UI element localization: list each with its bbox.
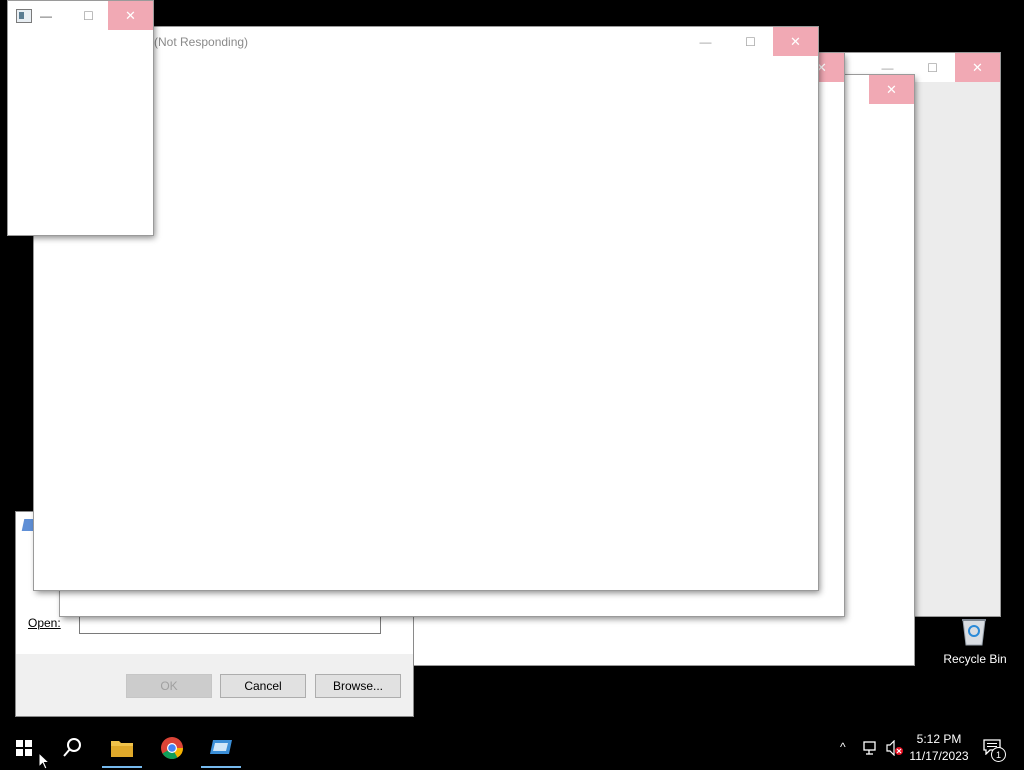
ok-button[interactable]: OK [126, 674, 212, 698]
search-icon [63, 738, 81, 757]
taskbar-chrome[interactable] [148, 728, 196, 768]
taskbar-remote-desktop[interactable] [197, 728, 245, 768]
minimize-button[interactable]: — [683, 27, 728, 56]
chrome-icon [161, 737, 183, 759]
chevron-up-icon[interactable]: ^ [840, 740, 846, 754]
close-button[interactable]: ✕ [955, 53, 1000, 82]
notification-count: 1 [991, 747, 1006, 762]
windows-logo-icon [16, 740, 32, 756]
close-button[interactable]: ✕ [773, 27, 818, 56]
window-small[interactable]: — ☐ ✕ [8, 1, 153, 235]
recycle-bin[interactable]: Recycle Bin [938, 614, 1012, 670]
window-title: (Not Responding) [154, 35, 249, 49]
minimize-button[interactable]: — [26, 1, 66, 30]
notification-button[interactable]: 1 [982, 738, 1006, 762]
clock-time[interactable]: 5:12 PM [906, 732, 972, 746]
remote-desktop-icon [210, 740, 232, 754]
search-button[interactable] [48, 728, 96, 768]
open-label: Open: [28, 616, 61, 630]
maximize-button[interactable]: ☐ [728, 27, 773, 56]
taskbar: ^ 5:12 PM 11/17/2023 1 [0, 728, 1024, 768]
volume-muted-icon[interactable] [886, 740, 904, 756]
maximize-button[interactable]: ☐ [910, 53, 955, 82]
taskbar-file-explorer[interactable] [98, 728, 146, 768]
close-button[interactable]: ✕ [108, 1, 153, 30]
network-icon[interactable] [863, 741, 879, 755]
clock-date[interactable]: 11/17/2023 [906, 749, 972, 763]
recycle-bin-label: Recycle Bin [943, 652, 1007, 666]
folder-icon [111, 741, 133, 757]
browse-button[interactable]: Browse... [315, 674, 401, 698]
cancel-button[interactable]: Cancel [220, 674, 306, 698]
recycle-bin-icon [960, 616, 988, 646]
mouse-cursor-icon [38, 752, 50, 770]
maximize-button[interactable]: ☐ [66, 1, 111, 30]
close-button[interactable]: ✕ [869, 75, 914, 104]
